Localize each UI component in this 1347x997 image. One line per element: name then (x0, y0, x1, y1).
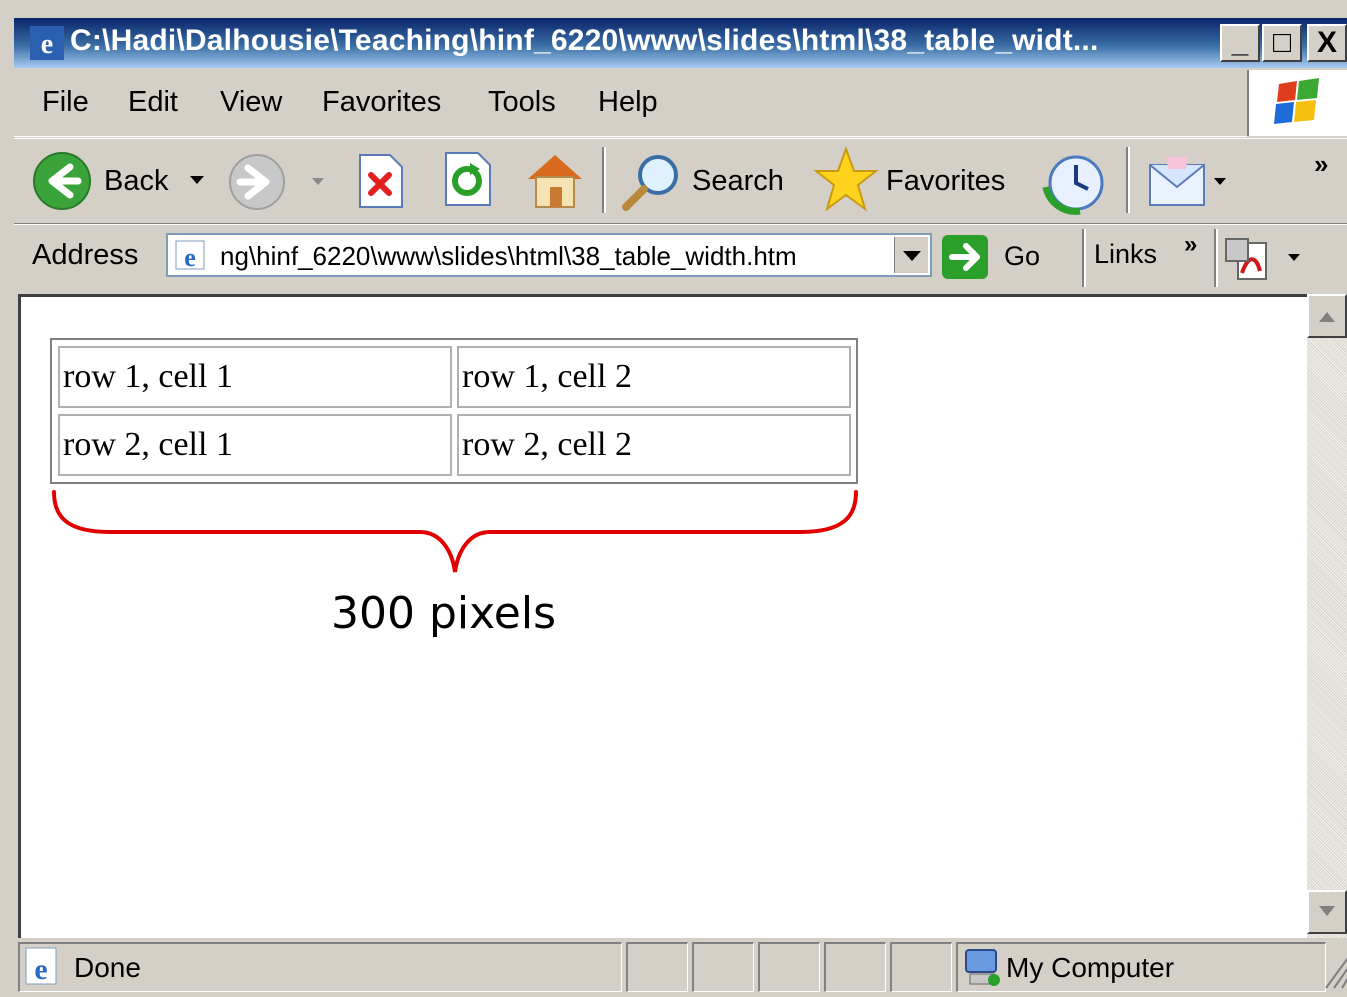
title-bar[interactable]: e C:\Hadi\Dalhousie\Teaching\hinf_6220\w… (14, 18, 1347, 68)
back-dropdown-arrow-icon[interactable] (188, 173, 206, 187)
address-dropdown-button[interactable] (894, 237, 928, 273)
menu-view[interactable]: View (220, 86, 282, 119)
menu-favorites[interactable]: Favorites (322, 86, 441, 119)
status-pane (824, 942, 886, 992)
computer-zone-icon (965, 949, 1000, 986)
pdf-dropdown-arrow-icon[interactable] (1286, 251, 1302, 263)
close-button[interactable]: X (1307, 24, 1347, 62)
status-text: Done (74, 952, 141, 983)
refresh-icon[interactable] (440, 149, 496, 209)
menu-edit[interactable]: Edit (128, 86, 178, 119)
maximize-button[interactable]: □ (1262, 24, 1302, 62)
address-value[interactable]: ng\hinf_6220\www\slides\html\38_table_wi… (220, 241, 797, 272)
stop-icon[interactable] (354, 151, 408, 211)
chevron-down-icon (1319, 906, 1335, 916)
go-arrow-icon[interactable] (940, 233, 990, 281)
toolbar-chevron[interactable]: » (1314, 149, 1328, 180)
width-brace-annotation (52, 490, 858, 573)
scroll-up-button[interactable] (1307, 294, 1347, 338)
search-button[interactable]: Search (692, 165, 784, 198)
links-chevron[interactable]: » (1184, 231, 1197, 259)
search-icon[interactable] (618, 149, 684, 215)
favorites-star-icon[interactable] (812, 145, 880, 215)
menu-help[interactable]: Help (598, 86, 658, 119)
address-separator (1082, 229, 1086, 287)
table-cell: row 1, cell 2 (457, 346, 851, 408)
table-cell: row 2, cell 2 (457, 414, 851, 476)
mail-icon[interactable] (1146, 151, 1210, 211)
links-button[interactable]: Links (1094, 239, 1157, 270)
scroll-down-button[interactable] (1307, 890, 1347, 934)
back-button[interactable]: Back (104, 165, 168, 198)
pdf-convert-icon[interactable] (1224, 235, 1270, 283)
go-button[interactable]: Go (1004, 241, 1040, 272)
status-pane (890, 942, 952, 992)
forward-dropdown-arrow-icon[interactable] (310, 175, 326, 187)
chevron-down-icon (903, 251, 921, 261)
address-bar: Address e ng\hinf_6220\www\slides\html\3… (14, 224, 1347, 291)
width-annotation-label: 300 pixels (331, 588, 557, 639)
ie-logo-icon: e (30, 26, 64, 60)
mail-dropdown-arrow-icon[interactable] (1212, 175, 1228, 187)
page-ie-icon: e (175, 240, 205, 271)
chevron-up-icon (1319, 312, 1335, 322)
browser-window: e C:\Hadi\Dalhousie\Teaching\hinf_6220\w… (0, 0, 1347, 997)
demo-table: row 1, cell 1 row 1, cell 2 row 2, cell … (50, 338, 858, 484)
table-cell: row 1, cell 1 (58, 346, 452, 408)
menu-file[interactable]: File (42, 86, 89, 119)
svg-text:e: e (34, 953, 47, 986)
address-label: Address (32, 239, 139, 271)
status-pane (758, 942, 820, 992)
svg-text:e: e (184, 243, 196, 271)
minimize-button[interactable]: _ (1220, 24, 1260, 62)
toolbar-separator (1126, 147, 1130, 213)
menu-tools[interactable]: Tools (488, 86, 556, 119)
menu-bar: File Edit View Favorites Tools Help (14, 70, 1247, 137)
forward-arrow-icon[interactable] (226, 151, 288, 213)
vertical-scrollbar[interactable] (1307, 294, 1347, 938)
status-pane (626, 942, 688, 992)
status-bar: e Done My Computer (14, 938, 1347, 997)
favorites-button[interactable]: Favorites (886, 165, 1005, 198)
address-input[interactable]: e ng\hinf_6220\www\slides\html\38_table_… (166, 233, 932, 277)
table-cell: row 2, cell 1 (58, 414, 452, 476)
svg-text:e: e (41, 29, 53, 60)
window-title: C:\Hadi\Dalhousie\Teaching\hinf_6220\www… (70, 24, 1099, 57)
home-icon[interactable] (522, 147, 588, 213)
history-icon[interactable] (1040, 149, 1108, 215)
windows-logo-icon (1247, 70, 1347, 136)
toolbar-separator (602, 147, 606, 213)
status-pane (692, 942, 754, 992)
status-zone-text: My Computer (1006, 952, 1175, 983)
standard-toolbar: Back Search Favorites » (14, 138, 1347, 224)
back-arrow-icon[interactable] (30, 149, 94, 213)
resize-grip-icon[interactable] (1320, 952, 1347, 990)
page-ie-icon: e (25, 947, 57, 986)
address-separator (1214, 229, 1218, 287)
